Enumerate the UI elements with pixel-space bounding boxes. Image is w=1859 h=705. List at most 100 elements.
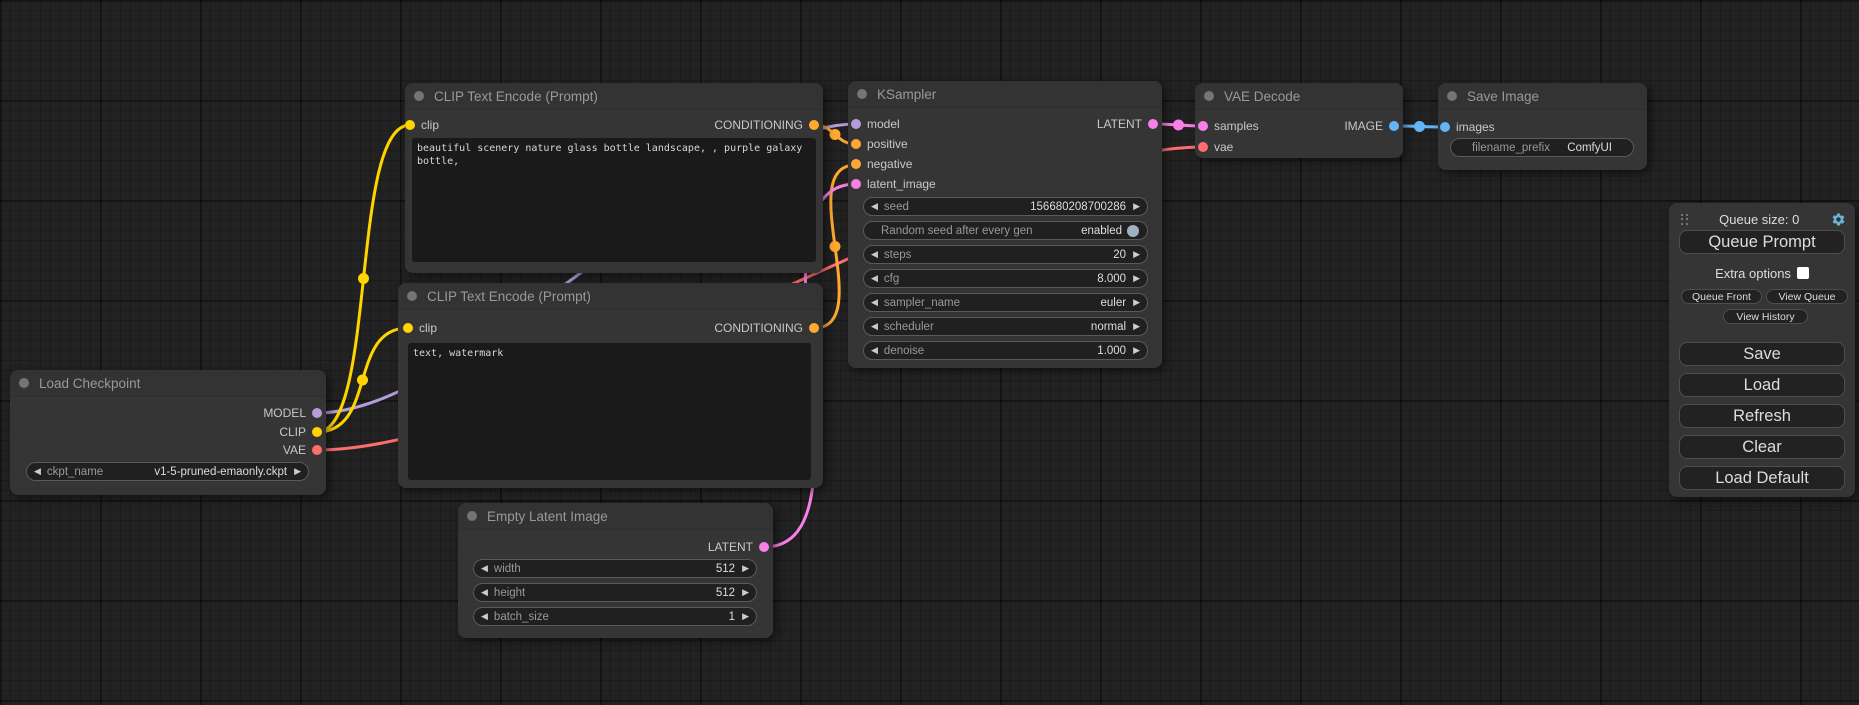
output-dot-conditioning[interactable] [809,120,819,130]
input-dot-clip[interactable] [403,323,413,333]
output-dot-latent[interactable] [759,542,769,552]
load-default-button[interactable]: Load Default [1679,466,1845,490]
node-titlebar[interactable]: VAE Decode [1195,83,1403,110]
input-dot-negative[interactable] [851,159,861,169]
node-titlebar[interactable]: CLIP Text Encode (Prompt) [398,283,823,310]
input-dot-model[interactable] [851,119,861,129]
collapse-dot[interactable] [1447,91,1457,101]
node-empty-latent-image[interactable]: Empty Latent Image LATENT ◀ width 512 ▶ … [458,503,773,638]
input-label-positive: positive [867,136,908,152]
prev-arrow-icon[interactable]: ◀ [871,245,878,264]
node-clip-text-encode-negative[interactable]: CLIP Text Encode (Prompt) clip CONDITION… [398,283,823,488]
prev-arrow-icon[interactable]: ◀ [871,341,878,360]
prev-arrow-icon[interactable]: ◀ [481,607,488,626]
node-clip-text-encode-positive[interactable]: CLIP Text Encode (Prompt) clip CONDITION… [405,83,823,273]
collapse-dot[interactable] [407,291,417,301]
input-label-samples: samples [1214,118,1259,134]
prev-arrow-icon[interactable]: ◀ [871,317,878,336]
node-title: KSampler [877,87,936,102]
widget-filename-prefix[interactable]: filename_prefix ComfyUI [1450,138,1634,157]
output-dot-conditioning[interactable] [809,323,819,333]
node-titlebar[interactable]: Save Image [1438,83,1647,110]
widget-height[interactable]: ◀ height 512 ▶ [473,583,757,602]
output-label-image: IMAGE [1344,118,1383,134]
node-titlebar[interactable]: KSampler [848,81,1162,108]
output-dot-model[interactable] [312,408,322,418]
node-title: Load Checkpoint [39,376,140,391]
positive-prompt-textarea[interactable]: beautiful scenery nature glass bottle la… [412,138,816,262]
negative-prompt-textarea[interactable]: text, watermark [408,343,811,480]
widget-sampler-name[interactable]: ◀ sampler_name euler ▶ [863,293,1148,312]
output-dot-image[interactable] [1389,121,1399,131]
next-arrow-icon[interactable]: ▶ [1133,341,1140,360]
widget-batch-size[interactable]: ◀ batch_size 1 ▶ [473,607,757,626]
next-arrow-icon[interactable]: ▶ [742,583,749,602]
next-arrow-icon[interactable]: ▶ [1133,269,1140,288]
input-label-vae: vae [1214,139,1233,155]
node-ksampler[interactable]: KSampler model positive negative latent_… [848,81,1162,368]
input-label-clip: clip [421,117,439,133]
collapse-dot[interactable] [857,89,867,99]
next-arrow-icon[interactable]: ▶ [742,607,749,626]
input-dot-latent-image[interactable] [851,179,861,189]
random-seed-toggle[interactable] [1127,225,1139,237]
node-titlebar[interactable]: Empty Latent Image [458,503,773,530]
next-arrow-icon[interactable]: ▶ [742,559,749,578]
input-label-clip: clip [419,320,437,336]
collapse-dot[interactable] [414,91,424,101]
input-label-latent-image: latent_image [867,176,936,192]
node-vae-decode[interactable]: VAE Decode samples vae IMAGE [1195,83,1403,158]
input-dot-samples[interactable] [1198,121,1208,131]
node-titlebar[interactable]: Load Checkpoint [10,370,326,397]
prev-arrow-icon[interactable]: ◀ [481,583,488,602]
graph-canvas[interactable]: Load Checkpoint MODEL CLIP VAE ◀ ckpt_na… [0,0,1859,705]
next-arrow-icon[interactable]: ▶ [1133,317,1140,336]
node-title: CLIP Text Encode (Prompt) [434,89,598,104]
prev-arrow-icon[interactable]: ◀ [871,269,878,288]
view-queue-button[interactable]: View Queue [1766,289,1848,304]
next-arrow-icon[interactable]: ▶ [1133,245,1140,264]
node-load-checkpoint[interactable]: Load Checkpoint MODEL CLIP VAE ◀ ckpt_na… [10,370,326,495]
queue-size-label: Queue size: 0 [1688,212,1832,227]
prev-arrow-icon[interactable]: ◀ [481,559,488,578]
output-dot-latent[interactable] [1148,119,1158,129]
collapse-dot[interactable] [467,511,477,521]
extra-options-checkbox[interactable] [1797,267,1809,279]
widget-seed[interactable]: ◀ seed 156680208700286 ▶ [863,197,1148,216]
refresh-button[interactable]: Refresh [1679,404,1845,428]
output-dot-vae[interactable] [312,445,322,455]
widget-ckpt-name[interactable]: ◀ ckpt_name v1-5-pruned-emaonly.ckpt ▶ [26,462,309,481]
widget-random-seed[interactable]: Random seed after every gen enabled [863,221,1148,240]
queue-front-button[interactable]: Queue Front [1681,289,1762,304]
widget-width[interactable]: ◀ width 512 ▶ [473,559,757,578]
queue-prompt-button[interactable]: Queue Prompt [1679,230,1845,254]
widget-cfg[interactable]: ◀ cfg 8.000 ▶ [863,269,1148,288]
prev-arrow-icon[interactable]: ◀ [34,462,41,481]
output-label-vae: VAE [283,442,306,458]
output-dot-clip[interactable] [312,427,322,437]
collapse-dot[interactable] [19,378,29,388]
load-button[interactable]: Load [1679,373,1845,397]
prev-arrow-icon[interactable]: ◀ [871,197,878,216]
input-dot-images[interactable] [1440,122,1450,132]
output-label-clip: CLIP [279,424,306,440]
collapse-dot[interactable] [1204,91,1214,101]
prev-arrow-icon[interactable]: ◀ [871,293,878,312]
node-titlebar[interactable]: CLIP Text Encode (Prompt) [405,83,823,110]
settings-gear-icon[interactable] [1831,212,1846,227]
next-arrow-icon[interactable]: ▶ [1133,293,1140,312]
input-dot-positive[interactable] [851,139,861,149]
comfy-menu-panel[interactable]: Queue size: 0 Queue Prompt Extra options… [1669,203,1855,497]
widget-steps[interactable]: ◀ steps 20 ▶ [863,245,1148,264]
widget-denoise[interactable]: ◀ denoise 1.000 ▶ [863,341,1148,360]
output-label-conditioning: CONDITIONING [714,320,803,336]
input-dot-vae[interactable] [1198,142,1208,152]
next-arrow-icon[interactable]: ▶ [294,462,301,481]
save-button[interactable]: Save [1679,342,1845,366]
input-dot-clip[interactable] [405,120,415,130]
node-save-image[interactable]: Save Image images filename_prefix ComfyU… [1438,83,1647,170]
next-arrow-icon[interactable]: ▶ [1133,197,1140,216]
widget-scheduler[interactable]: ◀ scheduler normal ▶ [863,317,1148,336]
clear-button[interactable]: Clear [1679,435,1845,459]
view-history-button[interactable]: View History [1723,309,1808,324]
